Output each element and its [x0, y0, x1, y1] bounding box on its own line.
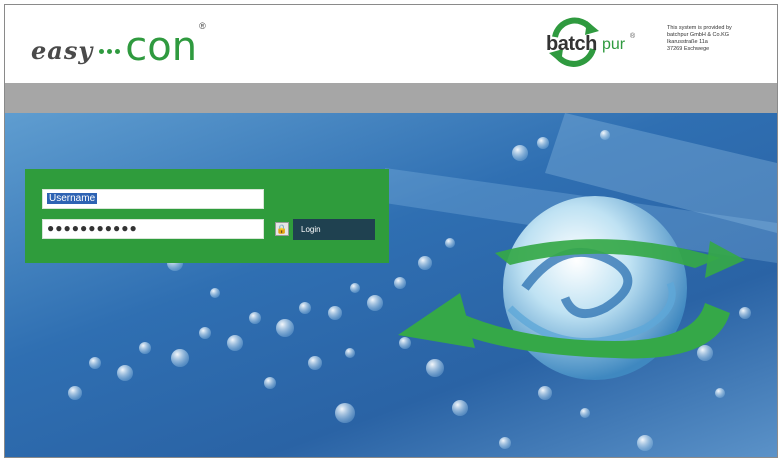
lock-icon: 🔒 — [275, 222, 289, 236]
water-globe-illustration — [68, 113, 777, 451]
login-page: easy con ® batch pur ® This system is pr… — [4, 4, 778, 458]
username-field[interactable]: Username — [42, 189, 264, 209]
provider-line: This system is provided by — [667, 25, 732, 31]
provider-info: This system is provided by batchpur GmbH… — [667, 25, 773, 53]
login-button[interactable]: Login — [293, 219, 375, 240]
partner-registered-mark: ® — [630, 33, 636, 40]
login-panel: Username ●●●●●●●●●●● 🔒 Login — [25, 169, 389, 263]
header: easy con ® batch pur ® This system is pr… — [5, 5, 777, 83]
easycon-logo: easy con ® — [31, 19, 206, 69]
password-field[interactable]: ●●●●●●●●●●● — [42, 219, 264, 239]
batchpur-logo: batch pur ® — [541, 11, 671, 77]
partner-pur-text: pur — [602, 36, 626, 53]
logo-con-text: con — [125, 24, 198, 70]
provider-line: Ikarusstraße 11a — [667, 39, 708, 45]
provider-line: batchpur GmbH & Co.KG — [667, 32, 730, 38]
logo-dots-icon — [99, 49, 121, 54]
username-value: Username — [47, 193, 98, 204]
grey-bar — [5, 83, 777, 113]
partner-batch-text: batch — [546, 33, 597, 55]
logo-easy-text: easy — [31, 36, 94, 65]
logo-registered-mark: ® — [199, 21, 206, 31]
provider-line: 37269 Eschwege — [667, 46, 710, 52]
background-scene: Username ●●●●●●●●●●● 🔒 Login — [5, 113, 777, 457]
